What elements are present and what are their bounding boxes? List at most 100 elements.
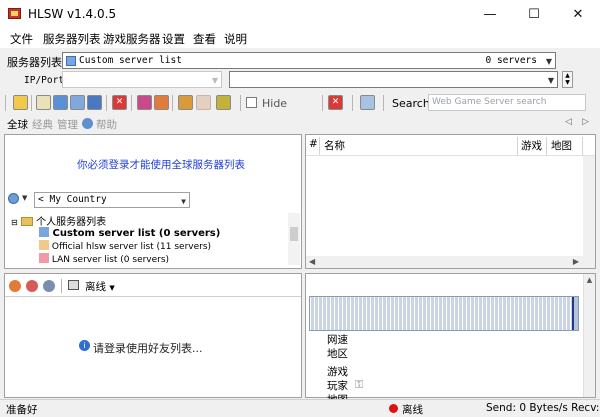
toolbar-separator — [172, 95, 173, 111]
ip-port-input[interactable]: ▼ — [62, 71, 222, 88]
tab-help[interactable]: 帮助 — [96, 117, 117, 132]
players-icon[interactable] — [87, 95, 102, 110]
friends-panel: 离线 ▼ i 请登录使用好友列表... — [4, 273, 302, 398]
table-vertical-scrollbar[interactable] — [583, 156, 595, 256]
tab-classic[interactable]: 经典 — [32, 117, 53, 132]
add-server-icon[interactable] — [137, 95, 152, 110]
scroll-thumb[interactable] — [290, 227, 298, 241]
tree-item-official[interactable]: Official hlsw server list (11 servers) — [39, 240, 211, 252]
column-divider — [546, 137, 547, 155]
menu-server-list[interactable]: 服务器列表 — [43, 31, 101, 47]
column-game[interactable]: 游戏 — [521, 138, 542, 153]
help-globe-icon — [82, 118, 93, 129]
scroll-left-icon[interactable]: ◀ — [309, 257, 315, 266]
server-list-icon — [66, 56, 76, 66]
tree-item-custom[interactable]: Custom server list (0 servers) — [39, 227, 220, 239]
toolbar-separator — [5, 95, 6, 111]
refresh-icon[interactable] — [13, 95, 28, 110]
toolbar-separator — [322, 95, 323, 111]
favorite-icon[interactable] — [154, 95, 169, 110]
status-bar: 准备好 离线 Send: 0 Bytes/s Recv: — [0, 399, 600, 417]
toolbar-separator — [352, 95, 353, 111]
title-bar: HLSW v1.4.0.5 — ☐ ✕ — [0, 0, 600, 28]
tab-manage[interactable]: 管理 — [57, 117, 78, 132]
country-dropdown[interactable]: < My Country ▼ — [34, 192, 190, 208]
tab-global[interactable]: 全球 — [7, 117, 28, 132]
status-offline: 离线 — [402, 404, 423, 416]
chevron-down-icon[interactable]: ▼ — [212, 76, 218, 85]
hide-label: Hide — [262, 97, 288, 110]
tab-bar: 全球 经典 管理 帮助 ◁ ▷ — [0, 116, 600, 132]
tree-item-lan[interactable]: LAN server list (0 servers) — [39, 253, 169, 265]
chevron-down-icon[interactable]: ▼ — [22, 194, 27, 202]
tree-item-label: Custom server list (0 servers) — [52, 228, 221, 239]
toolbar-separator — [383, 95, 384, 111]
friend-add-icon[interactable] — [9, 280, 21, 292]
country-value: My Country — [49, 194, 107, 205]
scroll-up-icon[interactable]: ▲ — [584, 276, 595, 284]
scroll-right-icon[interactable]: ▶ — [573, 257, 579, 266]
search-input[interactable]: Web Game Server search — [428, 94, 586, 111]
friend-status-dropdown[interactable]: 离线 ▼ — [85, 279, 115, 294]
toolbar-separator — [240, 95, 241, 111]
search-server-icon[interactable] — [36, 95, 51, 110]
server-tree-panel: 你必须登录才能使用全球服务器列表 ▼ < My Country ▼ ⊟ 个人服务… — [4, 134, 302, 269]
chevron-down-icon[interactable]: ▼ — [546, 57, 552, 66]
disconnect-icon[interactable] — [196, 95, 211, 110]
tree-scrollbar[interactable] — [288, 213, 300, 265]
tree-item-label: LAN server list (0 servers) — [51, 255, 170, 265]
tree-root[interactable]: ⊟ 个人服务器列表 — [11, 213, 106, 228]
chevron-down-icon[interactable]: ▼ — [109, 284, 114, 292]
friends-login-message: 请登录使用好友列表... — [93, 342, 203, 355]
tree-item-label: Official hlsw server list (11 servers) — [51, 242, 212, 252]
info-icon: i — [79, 340, 90, 351]
status-traffic: Send: 0 Bytes/s Recv: — [486, 402, 600, 414]
delete-icon[interactable]: ✕ — [112, 95, 127, 110]
menu-settings[interactable]: 设置 — [162, 31, 185, 47]
graph-spike — [572, 297, 574, 330]
menu-view[interactable]: 查看 — [193, 31, 216, 47]
login-required-message: 你必须登录才能使用全球服务器列表 — [77, 159, 245, 171]
chevron-down-icon[interactable]: ▼ — [548, 76, 554, 85]
friend-remove-icon[interactable] — [26, 280, 38, 292]
detail-label-players: 玩家 — [327, 380, 348, 392]
detail-label-region: 地区 — [327, 348, 348, 360]
world-icon[interactable] — [8, 193, 19, 204]
menu-file[interactable]: 文件 — [10, 31, 33, 47]
friend-group-icon[interactable] — [43, 280, 55, 292]
chevron-down-icon[interactable]: ▼ — [181, 197, 186, 206]
server-list-dropdown[interactable]: Custom server list 0 servers ▼ — [62, 52, 556, 69]
list-blue-icon — [39, 227, 49, 237]
column-name[interactable]: 名称 — [324, 138, 345, 153]
server-list-label: 服务器列表 — [7, 56, 62, 69]
minimize-button[interactable]: — — [468, 0, 512, 28]
collapse-icon[interactable]: ⊟ — [11, 218, 18, 227]
hide-checkbox[interactable] — [246, 97, 257, 108]
view-list-icon[interactable] — [53, 95, 68, 110]
info-icon[interactable] — [216, 95, 231, 110]
list-red-icon — [39, 253, 49, 263]
connect-icon[interactable] — [178, 95, 193, 110]
clear-filter-icon[interactable]: ✕ — [328, 95, 343, 110]
toolbar-separator — [106, 95, 107, 111]
close-button[interactable]: ✕ — [556, 0, 600, 28]
address-combo[interactable]: ▼ — [229, 71, 558, 88]
header-divider — [306, 155, 595, 156]
view-detail-icon[interactable] — [70, 95, 85, 110]
column-map[interactable]: 地图 — [551, 138, 572, 153]
tab-scroll-right-icon[interactable]: ▷ — [582, 117, 589, 127]
menu-game-servers[interactable]: 游戏服务器 — [103, 31, 161, 47]
column-number[interactable]: # — [309, 138, 318, 150]
chevron-left-icon: < — [38, 194, 44, 205]
port-spinner[interactable]: ▲ ▼ — [562, 71, 573, 88]
maximize-button[interactable]: ☐ — [512, 0, 556, 28]
toolbar-separator — [31, 95, 32, 111]
status-monitor-icon[interactable] — [68, 280, 79, 290]
filter-icon[interactable] — [360, 95, 375, 110]
menu-help[interactable]: 说明 — [224, 31, 247, 47]
key-icon: ⚿ — [355, 378, 364, 391]
server-details-panel: 网速 地区 游戏 玩家 地图 ⚿ ▲ — [305, 273, 596, 406]
table-horizontal-scrollbar[interactable]: ◀ ▶ — [306, 256, 595, 268]
tab-scroll-left-icon[interactable]: ◁ — [565, 117, 572, 127]
details-scrollbar[interactable]: ▲ — [583, 274, 595, 397]
